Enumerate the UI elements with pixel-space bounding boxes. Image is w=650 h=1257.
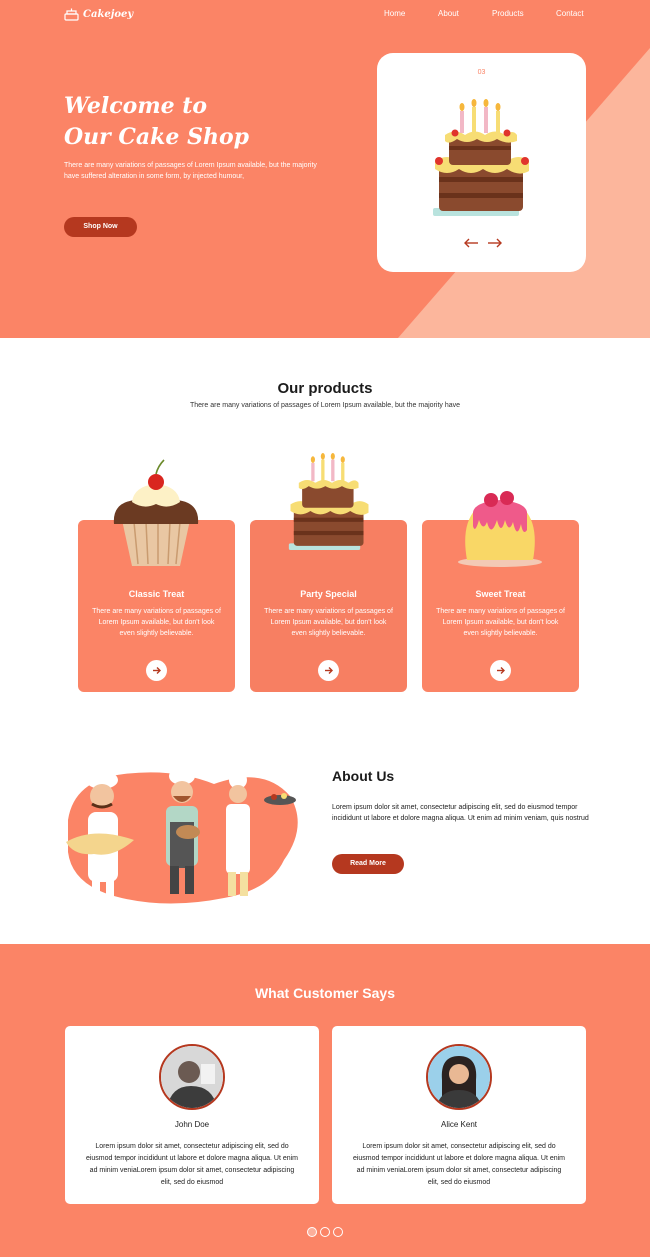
cupcake-image	[113, 459, 199, 566]
product-name: Sweet Treat	[475, 589, 526, 599]
party-cake-image	[288, 452, 369, 551]
arrow-left-icon[interactable]	[463, 238, 479, 248]
avatar	[426, 1044, 492, 1110]
hero-title-line1: Welcome to	[64, 93, 208, 119]
customer-name: John Doe	[174, 1120, 210, 1129]
products-subtitle: There are many variations of passages of…	[189, 402, 461, 409]
arrow-circle-right-icon	[325, 667, 333, 674]
product-name: Party Special	[300, 589, 357, 599]
testimonial-text: Lorem ipsum dolor sit amet, consectetur …	[85, 1143, 299, 1186]
cake-logo-icon	[64, 8, 79, 21]
carousel-dot-3[interactable]	[333, 1227, 343, 1237]
about-title: About Us	[332, 768, 395, 784]
testimonial-card: Alice Kent Lorem ipsum dolor sit amet, c…	[332, 1026, 586, 1204]
arrow-right-icon[interactable]	[487, 238, 503, 248]
carousel-dots	[307, 1227, 343, 1237]
products-title: Our products	[277, 380, 373, 397]
nav-item-about[interactable]: About	[438, 9, 459, 18]
carousel-dot-1[interactable]	[307, 1227, 317, 1237]
customer-name: Alice Kent	[440, 1120, 478, 1129]
hero-slider-card: 03	[377, 53, 586, 272]
nav-item-contact[interactable]: Contact	[556, 9, 584, 18]
avatar-john-image	[161, 1046, 223, 1108]
shop-now-button[interactable]: Shop Now	[64, 217, 137, 237]
hero-section: Cakejoey Home About Products Contact Wel…	[0, 0, 650, 338]
brand-name: Cakejoey	[83, 9, 134, 20]
hero-cake-image	[433, 99, 529, 216]
product-description: There are many variations of passages of…	[264, 608, 393, 637]
product-details-button[interactable]	[318, 660, 339, 681]
product-name: Classic Treat	[128, 589, 185, 599]
testimonials-title: What Customer Says	[254, 985, 396, 1001]
product-details-button[interactable]	[490, 660, 511, 681]
hero-title: Welcome to Our Cake Shop	[64, 91, 324, 153]
slider-arrows	[463, 238, 503, 248]
avatar-alice-image	[428, 1046, 490, 1108]
pudding-image	[458, 491, 542, 567]
read-more-button[interactable]: Read More	[332, 854, 404, 874]
hero-description: There are many variations of passages of…	[64, 162, 317, 180]
arrow-circle-right-icon	[497, 667, 505, 674]
nav-item-products[interactable]: Products	[492, 9, 524, 18]
testimonial-card: John Doe Lorem ipsum dolor sit amet, con…	[65, 1026, 319, 1204]
product-description: There are many variations of passages of…	[436, 608, 565, 637]
slide-number: 03	[477, 69, 486, 76]
about-description: Lorem ipsum dolor sit amet, consectetur …	[332, 804, 589, 822]
hero-title-line2: Our Cake Shop	[64, 124, 250, 150]
arrow-circle-right-icon	[153, 667, 161, 674]
chefs-illustration	[66, 767, 298, 904]
testimonial-text: Lorem ipsum dolor sit amet, consectetur …	[352, 1143, 566, 1186]
nav-item-home[interactable]: Home	[384, 9, 405, 18]
brand-logo[interactable]: Cakejoey	[64, 8, 133, 21]
avatar	[159, 1044, 225, 1110]
product-description: There are many variations of passages of…	[92, 608, 221, 637]
carousel-dot-2[interactable]	[320, 1227, 330, 1237]
product-details-button[interactable]	[146, 660, 167, 681]
testimonials-section: What Customer Says John Doe Lorem ipsum …	[0, 944, 650, 1257]
